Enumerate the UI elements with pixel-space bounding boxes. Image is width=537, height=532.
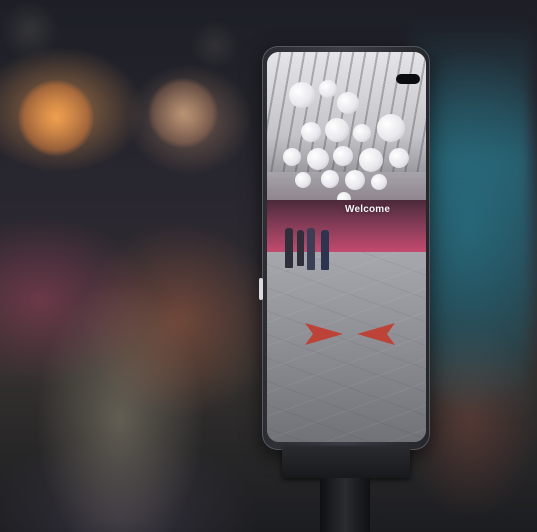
person — [321, 230, 329, 270]
balloon — [283, 148, 301, 166]
balloon — [321, 170, 339, 188]
balloon — [325, 118, 349, 142]
balloon — [319, 80, 337, 98]
phone-mount-clamp — [282, 446, 410, 478]
person — [297, 230, 304, 266]
balloon — [289, 82, 315, 108]
bokeh-light — [190, 20, 240, 70]
smartphone: Welcome — [259, 46, 430, 450]
balloon — [345, 170, 365, 190]
person — [307, 228, 315, 270]
balloon — [389, 148, 409, 168]
balloon — [359, 148, 383, 172]
phone-screen: Welcome — [267, 52, 426, 442]
bokeh-light — [18, 80, 94, 156]
phone-side-button — [259, 278, 263, 300]
balloon — [333, 146, 353, 166]
x-marker — [305, 323, 395, 345]
balloon — [337, 92, 359, 114]
balloon — [301, 122, 321, 142]
balloon — [295, 172, 311, 188]
bokeh-light — [148, 78, 218, 148]
balloon — [353, 124, 371, 142]
balloon — [377, 114, 405, 142]
photo-scene: Welcome — [0, 0, 537, 532]
person — [285, 228, 293, 268]
welcome-sign: Welcome — [345, 204, 391, 215]
front-camera — [396, 74, 420, 84]
stand-pole — [320, 478, 370, 532]
balloon — [307, 148, 329, 170]
bokeh-light — [0, 0, 60, 60]
balloon — [371, 174, 387, 190]
